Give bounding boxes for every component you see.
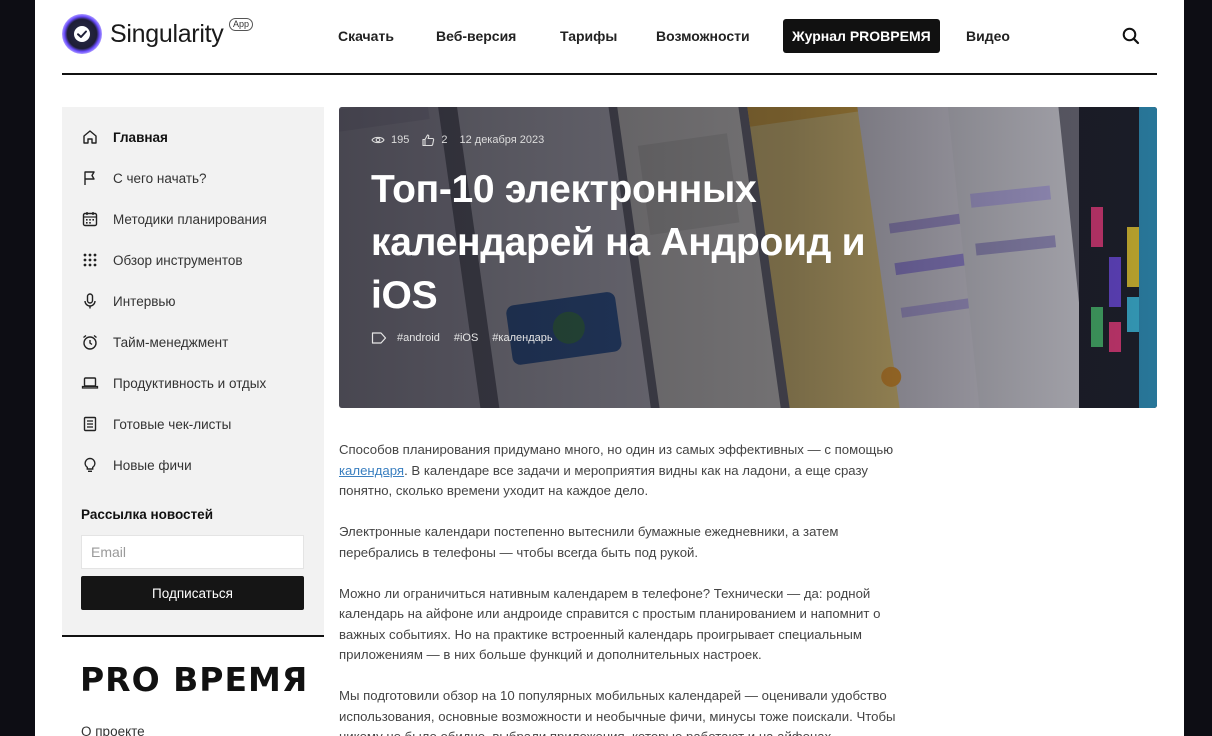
flag-icon — [81, 169, 99, 187]
article-title: Топ-10 электронных календарей на Андроид… — [371, 168, 866, 317]
sidebar-item-interviews[interactable]: Интервью — [81, 290, 176, 312]
nav-download[interactable]: Скачать — [338, 19, 394, 53]
sidebar-item-label: Обзор инструментов — [113, 252, 243, 268]
sidebar-item-label: Главная — [113, 129, 168, 145]
article-paragraph: Можно ли ограничиться нативным календаре… — [339, 585, 881, 663]
sidebar-item-productivity[interactable]: Продуктивность и отдых — [81, 372, 266, 394]
nav-video[interactable]: Видео — [966, 19, 1010, 53]
sidebar-item-label: Продуктивность и отдых — [113, 375, 267, 391]
article-paragraph: Мы подготовили обзор на 10 популярных мо… — [339, 688, 896, 736]
grid-dots-icon — [81, 251, 99, 269]
nav-web-version[interactable]: Веб-версия — [436, 19, 516, 53]
calendar-link[interactable]: календаря — [339, 463, 404, 478]
sidebar-item-label: Готовые чек-листы — [113, 416, 232, 432]
sidebar-item-label: Интервью — [113, 293, 176, 309]
logo-badge: App — [229, 18, 254, 31]
article-body: Способов планирования придумано много, н… — [339, 440, 899, 736]
publish-date: 12 декабря 2023 — [459, 134, 545, 146]
article-hero[interactable]: 195 2 12 декабря 2023 Топ-10 электронных… — [339, 107, 1157, 408]
sidebar-item-checklists[interactable]: Готовые чек-листы — [81, 413, 231, 435]
sidebar-item-tools-review[interactable]: Обзор инструментов — [81, 249, 243, 271]
eye-icon — [371, 136, 385, 144]
header-divider — [62, 73, 1157, 75]
nav-journal-button[interactable]: Журнал PROВРЕМЯ — [783, 19, 940, 53]
tag-icon — [371, 332, 387, 344]
email-field[interactable] — [81, 535, 304, 569]
sidebar-item-label: С чего начать? — [113, 170, 207, 186]
about-link[interactable]: О проекте — [81, 724, 145, 736]
alarm-clock-icon — [81, 333, 99, 351]
newsletter-title: Рассылка новостей — [81, 507, 213, 522]
like-count: 2 — [441, 134, 448, 146]
microphone-icon — [81, 292, 99, 310]
logo-check-icon — [62, 14, 102, 54]
laptop-icon — [81, 374, 99, 392]
page: Singularity App Скачать Веб-версия Тариф… — [35, 0, 1184, 736]
tag-link[interactable]: #android — [397, 332, 440, 344]
view-count: 195 — [391, 134, 410, 146]
lightbulb-icon — [81, 456, 99, 474]
sidebar-item-home[interactable]: Главная — [81, 126, 168, 148]
sidebar-item-new-features[interactable]: Новые фичи — [81, 454, 192, 476]
site-header: Singularity App Скачать Веб-версия Тариф… — [35, 0, 1184, 74]
search-icon[interactable] — [1121, 26, 1141, 46]
checklist-icon — [81, 415, 99, 433]
subscribe-button[interactable]: Подписаться — [81, 576, 304, 610]
site-logo[interactable]: Singularity App — [62, 14, 254, 54]
tag-link[interactable]: #календарь — [492, 332, 552, 344]
sidebar-divider — [62, 635, 324, 637]
calendar-icon — [81, 210, 99, 228]
sidebar-item-time-management[interactable]: Тайм-менеджмент — [81, 331, 228, 353]
sidebar-item-label: Новые фичи — [113, 457, 192, 473]
tag-link[interactable]: #iOS — [454, 332, 478, 344]
pro-vremya-logo[interactable]: PRO ВРЕМЯ — [80, 660, 308, 699]
nav-pricing[interactable]: Тарифы — [560, 19, 617, 53]
home-icon — [81, 128, 99, 146]
sidebar: Главная С чего начать? Методики планиров… — [62, 107, 324, 635]
article-paragraph: Способов планирования придумано много, н… — [339, 442, 894, 498]
sidebar-item-label: Методики планирования — [113, 211, 267, 227]
thumbs-up-icon[interactable] — [421, 133, 435, 147]
article-meta: 195 2 12 декабря 2023 — [371, 133, 556, 147]
logo-text: Singularity — [110, 19, 224, 48]
sidebar-item-planning-methods[interactable]: Методики планирования — [81, 208, 267, 230]
article-paragraph: Электронные календари постепенно вытесни… — [339, 524, 839, 560]
sidebar-item-getting-started[interactable]: С чего начать? — [81, 167, 207, 189]
sidebar-item-label: Тайм-менеджмент — [113, 334, 229, 350]
nav-features[interactable]: Возможности — [656, 19, 750, 53]
article-tags: #android #iOS #календарь — [371, 331, 567, 345]
